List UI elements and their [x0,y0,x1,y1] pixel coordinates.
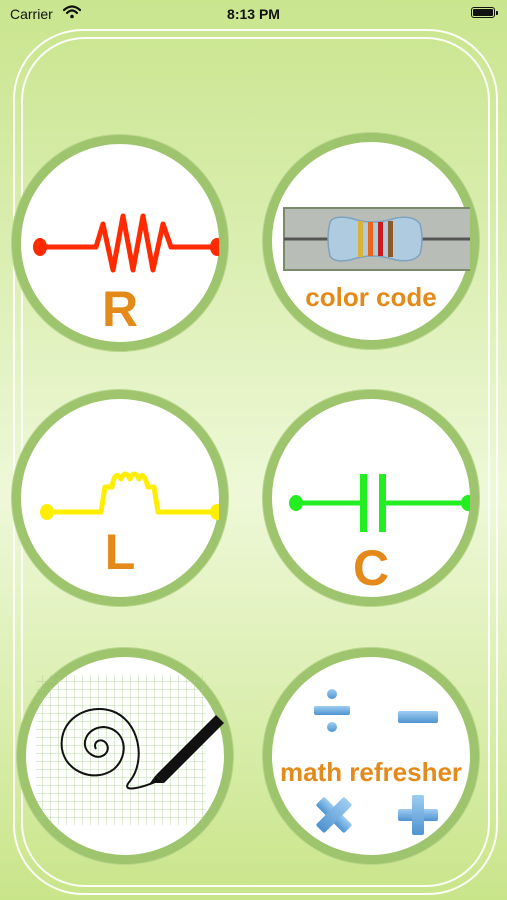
divide-icon [314,689,350,732]
capacitor-button[interactable]: C [263,390,479,606]
resistor-label: R [101,281,139,337]
clock: 8:13 PM [227,6,280,22]
plus-icon [398,795,438,835]
math-refresher-button[interactable]: math refresher [263,648,479,864]
multiply-icon [316,797,352,833]
math-refresher-label: math refresher [279,757,463,787]
graph-paper-icon [36,675,224,825]
graph-button[interactable] [17,648,233,864]
math-symbols-icon [314,689,438,835]
color-code-button[interactable]: color code [263,133,479,349]
resistor-button[interactable]: R [12,135,228,351]
battery-icon [471,7,498,18]
inductor-button[interactable]: L [12,390,228,606]
status-bar: Carrier 8:13 PM [0,0,507,28]
inductor-label: L [104,524,136,580]
capacitor-label: C [352,540,390,596]
minus-icon [398,711,438,723]
color-code-label: color code [305,282,437,312]
